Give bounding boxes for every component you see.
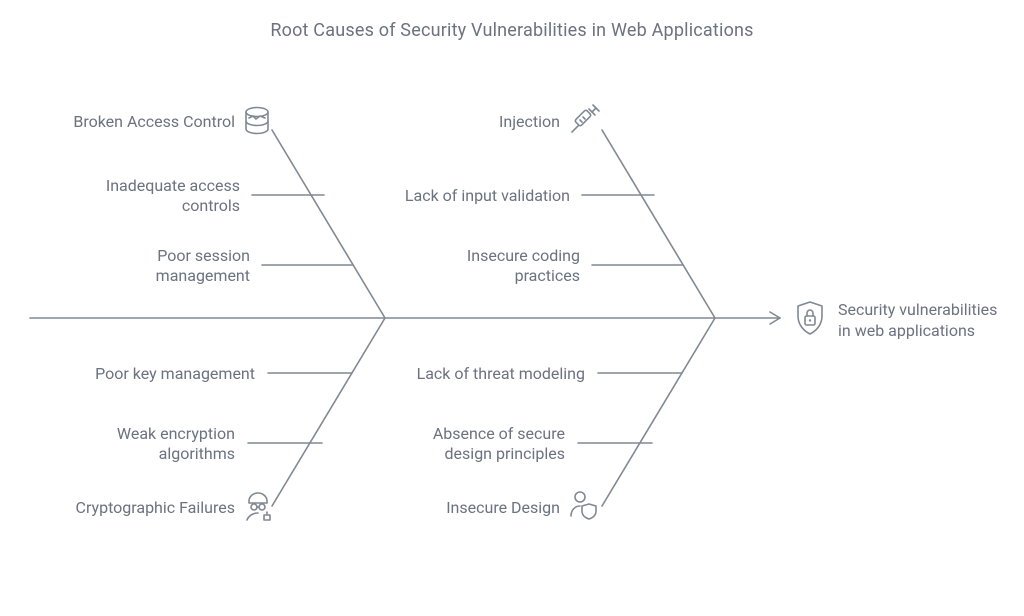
category-broken-access-control: Broken Access Control [40,112,235,132]
category-insecure-design: Insecure Design [400,498,560,518]
shield-lock-icon [790,298,830,338]
cause-inadequate-access-controls: Inadequate access controls [60,176,240,216]
category-cryptographic-failures: Cryptographic Failures [30,498,235,518]
cause-weak-encryption-algorithms: Weak encryption algorithms [60,424,235,464]
outcome-line1: Security vulnerabilities [838,300,997,319]
cause-absence-of-secure-design-principles: Absence of secure design principles [390,424,565,464]
database-broken-icon [240,104,274,138]
hacker-icon [240,488,276,524]
cause-poor-session-management: Poor session management [60,246,250,286]
outcome-line2: in web applications [838,321,975,340]
cause-lack-of-input-validation: Lack of input validation [380,186,570,206]
user-shield-icon [566,486,602,522]
cause-poor-key-management: Poor key management [60,364,255,384]
outcome-label: Security vulnerabilities in web applicat… [838,300,1024,342]
syringe-icon [566,100,604,138]
cause-insecure-coding-practices: Insecure coding practices [420,246,580,286]
cause-lack-of-threat-modeling: Lack of threat modeling [380,364,585,384]
fishbone-diagram: Root Causes of Security Vulnerabilities … [0,0,1024,616]
category-injection: Injection [430,112,560,132]
